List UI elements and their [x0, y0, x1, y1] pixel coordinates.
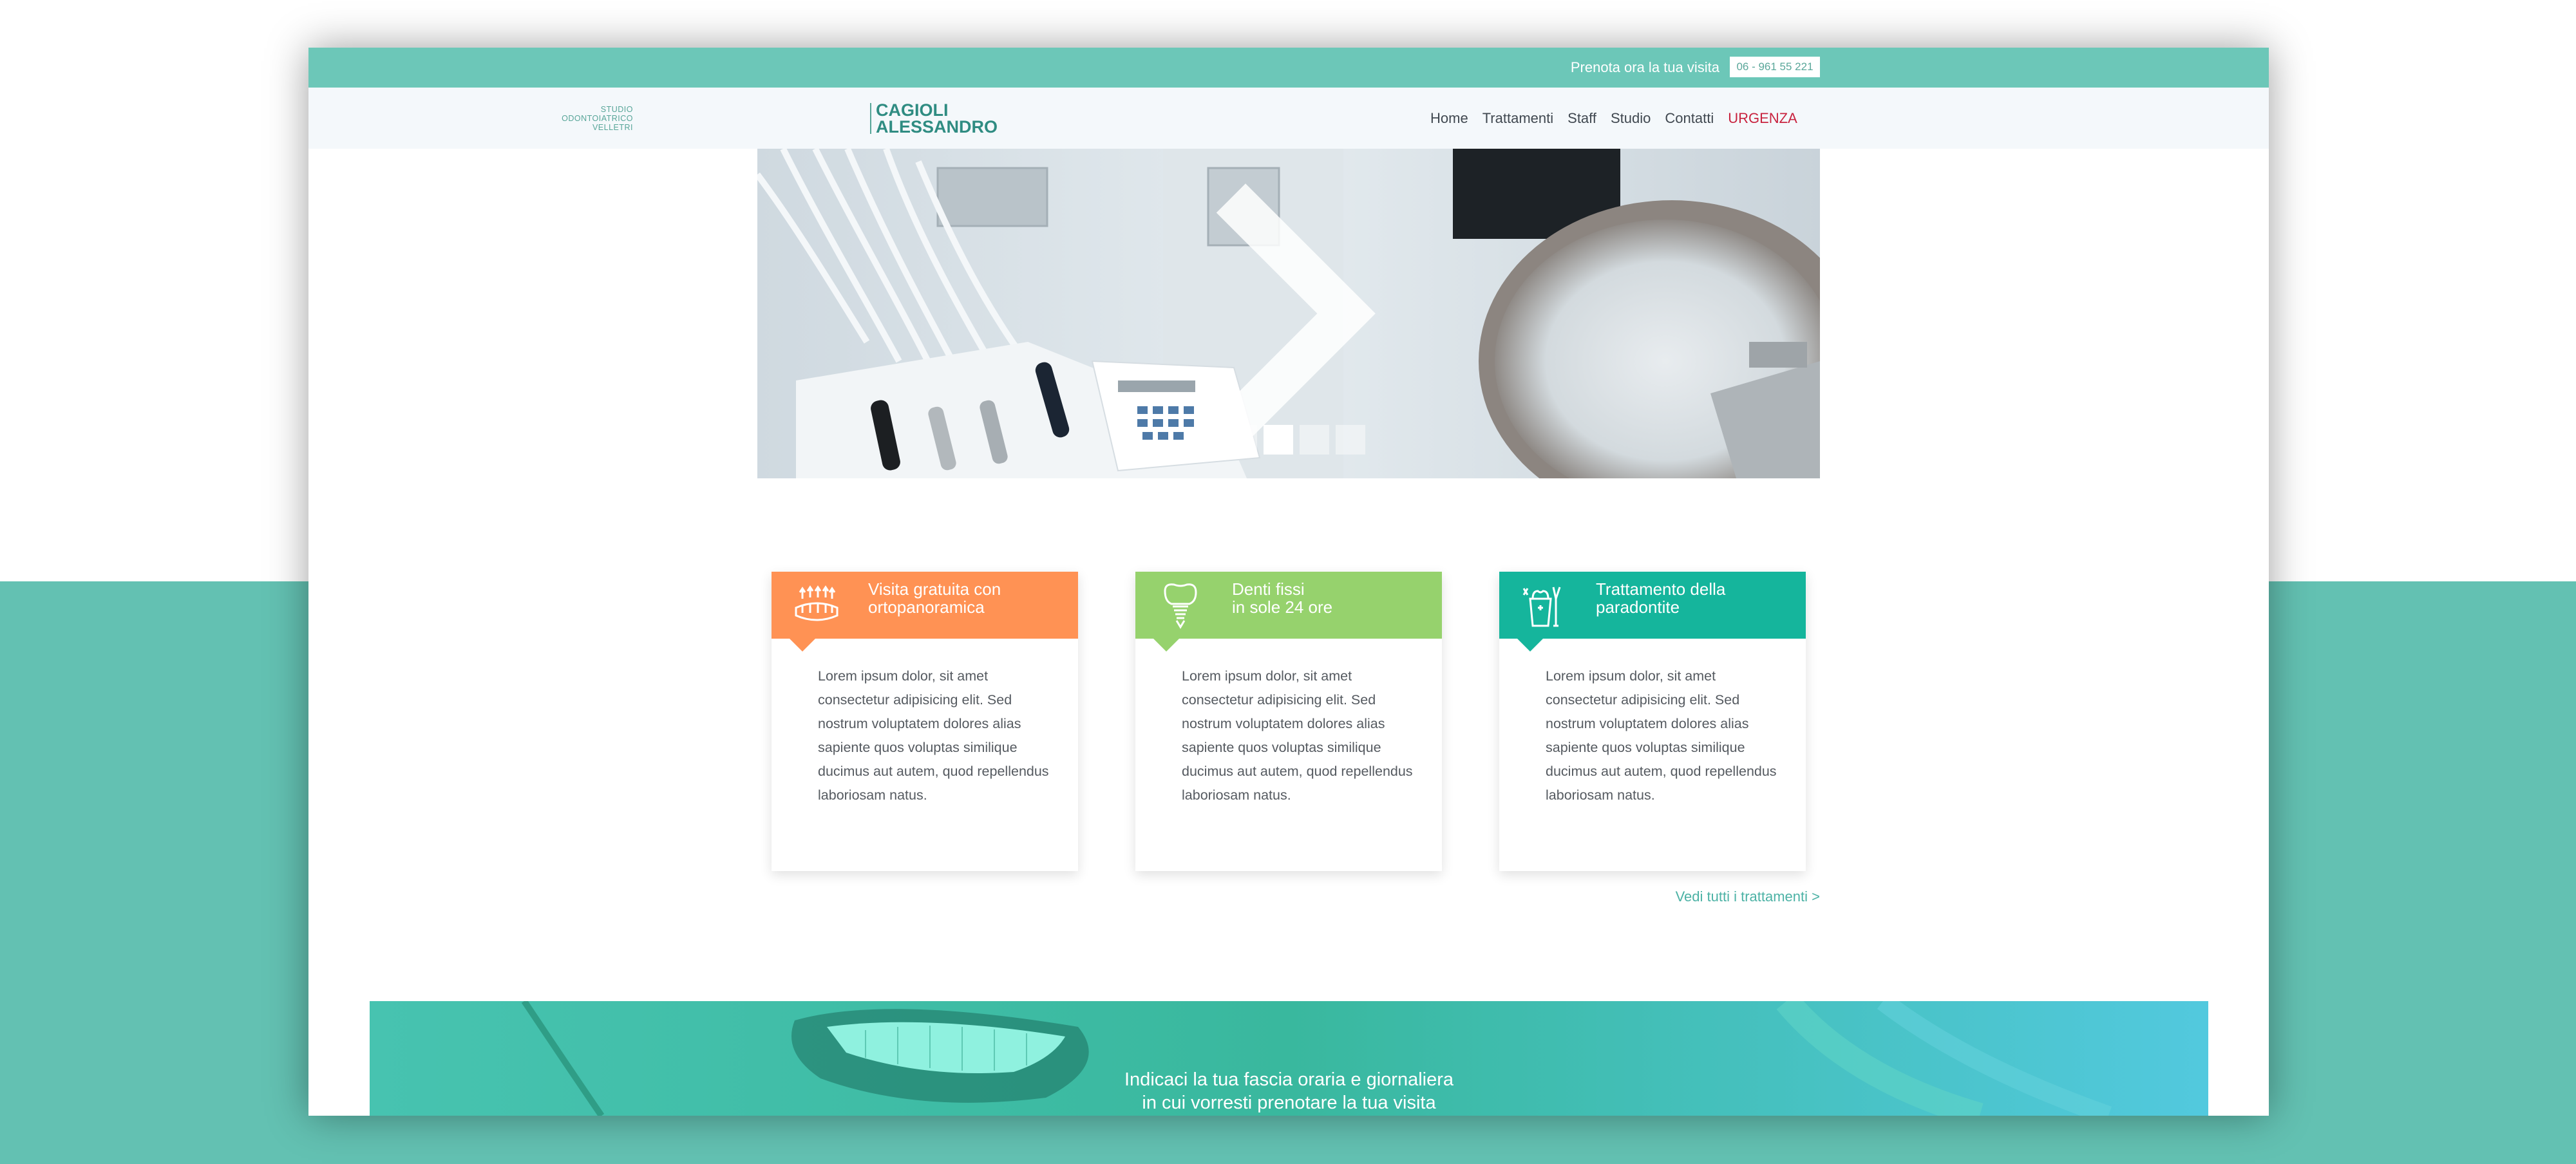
card-title-line-2: in sole 24 ore — [1232, 597, 1333, 617]
site-header: STUDIO ODONTOIATRICO VELLETRI CAGIOLI AL… — [308, 88, 2269, 149]
slider-dot-2[interactable] — [1264, 425, 1293, 455]
phone-badge[interactable]: 06 - 961 55 221 — [1730, 57, 1820, 77]
slider-dot-1[interactable] — [1227, 425, 1257, 455]
nav-trattamenti[interactable]: Trattamenti — [1482, 109, 1553, 128]
main-nav: Home Trattamenti Staff Studio Contatti U… — [1430, 109, 1797, 128]
nav-home[interactable]: Home — [1430, 109, 1468, 128]
nav-studio[interactable]: Studio — [1611, 109, 1651, 128]
browser-viewport: Prenota ora la tua visita 06 - 961 55 22… — [308, 48, 2269, 1116]
hero-slider — [757, 149, 1820, 478]
card-pointer — [1153, 639, 1179, 652]
treatment-card-paradontite[interactable]: Trattamento della paradontite Lorem ipsu… — [1499, 572, 1806, 871]
slider-dot-4[interactable] — [1336, 425, 1365, 455]
card-title: Visita gratuita con ortopanoramica — [868, 580, 1068, 616]
treatment-card-visita[interactable]: Visita gratuita con ortopanoramica Lorem… — [772, 572, 1078, 871]
slider-dots — [1227, 425, 1365, 455]
logo-divider — [870, 103, 871, 134]
card-title-line-1: Visita gratuita con — [868, 579, 1001, 599]
top-bar: Prenota ora la tua visita 06 - 961 55 22… — [308, 48, 2269, 88]
logo-subtitle: STUDIO ODONTOIATRICO VELLETRI — [530, 105, 633, 132]
booking-banner: Indicaci la tua fascia oraria e giornali… — [370, 1001, 2208, 1116]
card-pointer — [790, 639, 815, 652]
card-header: Visita gratuita con ortopanoramica — [772, 572, 1078, 639]
logo-name-alessandro: ALESSANDRO — [876, 117, 998, 136]
banner-text-line-1: Indicaci la tua fascia oraria e giornali… — [1124, 1069, 1454, 1090]
logo-line-odontoiatrico: ODONTOIATRICO — [562, 114, 633, 123]
view-all-treatments-link[interactable]: Vedi tutti i trattamenti > — [1664, 887, 1820, 906]
card-title-line-1: Trattamento della — [1596, 579, 1726, 599]
card-title-line-1: Denti fissi — [1232, 579, 1305, 599]
banner-text: Indicaci la tua fascia oraria e giornali… — [370, 1068, 2208, 1114]
card-text: Lorem ipsum dolor, sit amet consectetur … — [1546, 668, 1777, 803]
card-title: Trattamento della paradontite — [1596, 580, 1795, 616]
card-title: Denti fissi in sole 24 ore — [1232, 580, 1432, 616]
treatment-card-denti-fissi[interactable]: Denti fissi in sole 24 ore Lorem ipsum d… — [1135, 572, 1442, 871]
booking-cta-text: Prenota ora la tua visita — [1570, 59, 1719, 75]
logo-line-studio: STUDIO — [600, 105, 633, 114]
slider-dot-3[interactable] — [1300, 425, 1329, 455]
teeth-xray-icon — [795, 585, 838, 621]
card-title-line-2: paradontite — [1596, 597, 1680, 617]
logo-line-velletri: VELLETRI — [592, 123, 633, 132]
card-header: Denti fissi in sole 24 ore — [1135, 572, 1442, 639]
card-header: Trattamento della paradontite — [1499, 572, 1806, 639]
card-text: Lorem ipsum dolor, sit amet consectetur … — [1182, 668, 1413, 803]
card-text: Lorem ipsum dolor, sit amet consectetur … — [818, 668, 1049, 803]
logo-name-cagioli: CAGIOLI — [876, 100, 949, 120]
card-title-line-2: ortopanoramica — [868, 597, 985, 617]
banner-text-line-2: in cui vorresti prenotare la tua visita — [1142, 1093, 1436, 1113]
nav-urgenza[interactable]: URGENZA — [1728, 109, 1797, 128]
logo-name: CAGIOLI ALESSANDRO — [876, 100, 998, 136]
dental-tools-icon — [1522, 587, 1561, 627]
tooth-implant-icon — [1164, 583, 1197, 629]
card-pointer — [1517, 639, 1543, 652]
nav-staff[interactable]: Staff — [1567, 109, 1596, 128]
nav-contatti[interactable]: Contatti — [1665, 109, 1714, 128]
